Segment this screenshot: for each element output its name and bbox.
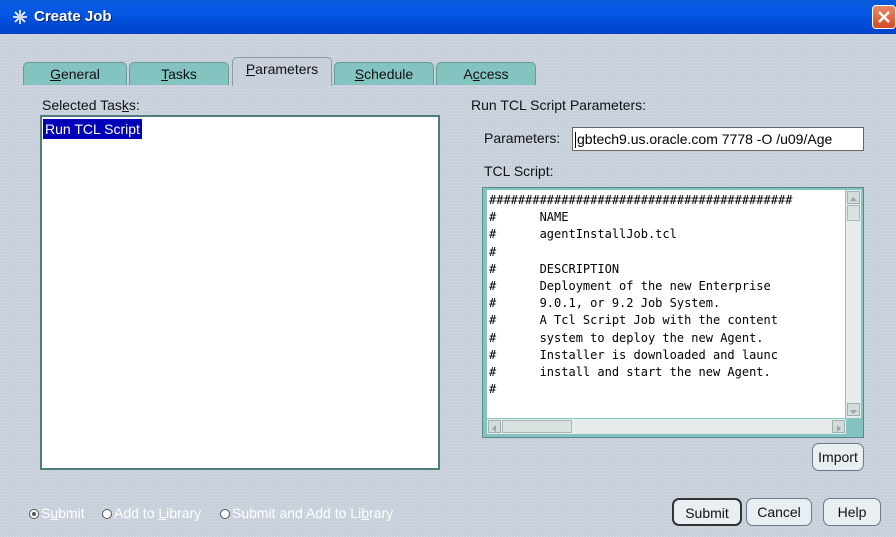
close-button[interactable] — [872, 5, 896, 29]
tab-access[interactable]: Access — [436, 62, 536, 85]
radio-submit[interactable]: Submit — [29, 505, 85, 521]
radio-submit-mnemonic: u — [50, 505, 59, 521]
parameters-field[interactable]: gbtech9.us.oracle.com 7778 -O /u09/Age — [572, 127, 864, 151]
radio-submit-add-pre: Submit and Add to Li — [232, 505, 362, 521]
radio-add-mnemonic: L — [158, 505, 167, 521]
vertical-scroll-thumb[interactable] — [847, 205, 860, 221]
selected-tasks-label-post: s: — [128, 97, 140, 113]
title-bar[interactable]: Create Job — [0, 0, 896, 34]
create-job-window: Create Job General Tasks Parameters Sche… — [0, 0, 896, 537]
text-caret — [575, 132, 576, 149]
radio-submit-add-mnemonic: b — [361, 505, 369, 521]
radio-selected-icon — [29, 509, 39, 519]
selected-tasks-label: Selected Tasks: — [42, 97, 140, 113]
scroll-down-button[interactable] — [847, 403, 860, 416]
arrow-left-icon — [492, 425, 496, 432]
parameters-label: Parameters: — [484, 130, 561, 146]
tab-general[interactable]: General — [23, 62, 127, 85]
list-item[interactable]: Run TCL Script — [43, 119, 142, 139]
app-icon — [13, 10, 27, 24]
horizontal-scroll-thumb[interactable] — [502, 420, 572, 433]
parameters-value: gbtech9.us.oracle.com 7778 -O /u09/Age — [577, 131, 833, 147]
import-button[interactable]: Import — [812, 443, 864, 471]
selected-tasks-label-mnemonic: k — [121, 97, 129, 113]
radio-submit-add-label: rary — [369, 505, 394, 521]
tcl-script-editor: ########################################… — [482, 187, 864, 438]
radio-unselected-icon — [102, 509, 112, 519]
radio-submit-pre: S — [41, 505, 51, 521]
radio-submit-label: bmit — [58, 505, 85, 521]
horizontal-scrollbar[interactable] — [487, 419, 846, 434]
tcl-script-label: TCL Script: — [484, 163, 554, 179]
window-title: Create Job — [34, 8, 112, 25]
radio-add-to-library[interactable]: Add to Library — [102, 505, 201, 521]
tab-general-label: eneral — [60, 66, 100, 82]
close-icon — [878, 11, 890, 23]
tab-schedule-mnemonic: S — [354, 66, 365, 82]
tab-parameters[interactable]: Parameters — [232, 57, 332, 86]
tab-tasks[interactable]: Tasks — [129, 62, 229, 85]
tab-access-mnemonic: c — [472, 66, 480, 82]
tab-schedule[interactable]: Schedule — [334, 62, 434, 85]
radio-submit-and-add[interactable]: Submit and Add to Library — [220, 505, 393, 521]
arrow-up-icon — [850, 197, 857, 201]
help-button[interactable]: Help — [823, 498, 881, 526]
tcl-script-content: ########################################… — [489, 193, 793, 397]
tab-parameters-mnemonic: P — [245, 61, 256, 77]
tab-schedule-label: chedule — [364, 66, 414, 82]
scroll-right-button[interactable] — [832, 420, 845, 433]
tcl-script-textarea[interactable]: ########################################… — [487, 190, 845, 418]
arrow-right-icon — [837, 425, 841, 432]
run-tcl-params-label: Run TCL Script Parameters: — [471, 97, 647, 113]
arrow-down-icon — [850, 410, 857, 414]
scroll-left-button[interactable] — [488, 420, 501, 433]
tab-access-pre: A — [463, 66, 473, 82]
tab-tasks-label: asks — [168, 66, 197, 82]
radio-add-pre: Add to — [114, 505, 159, 521]
selected-tasks-label-pre: Selected Tas — [42, 97, 122, 113]
submit-button[interactable]: Submit — [672, 498, 742, 526]
tab-access-label: cess — [479, 66, 509, 82]
cancel-button[interactable]: Cancel — [746, 498, 812, 526]
selected-tasks-list[interactable]: Run TCL Script — [40, 115, 440, 470]
tab-general-mnemonic: G — [50, 66, 61, 82]
radio-add-label: ibrary — [166, 505, 202, 521]
radio-unselected-icon — [220, 509, 230, 519]
tab-parameters-label: arameters — [255, 61, 319, 77]
scroll-up-button[interactable] — [847, 191, 860, 204]
vertical-scrollbar[interactable] — [846, 190, 861, 418]
